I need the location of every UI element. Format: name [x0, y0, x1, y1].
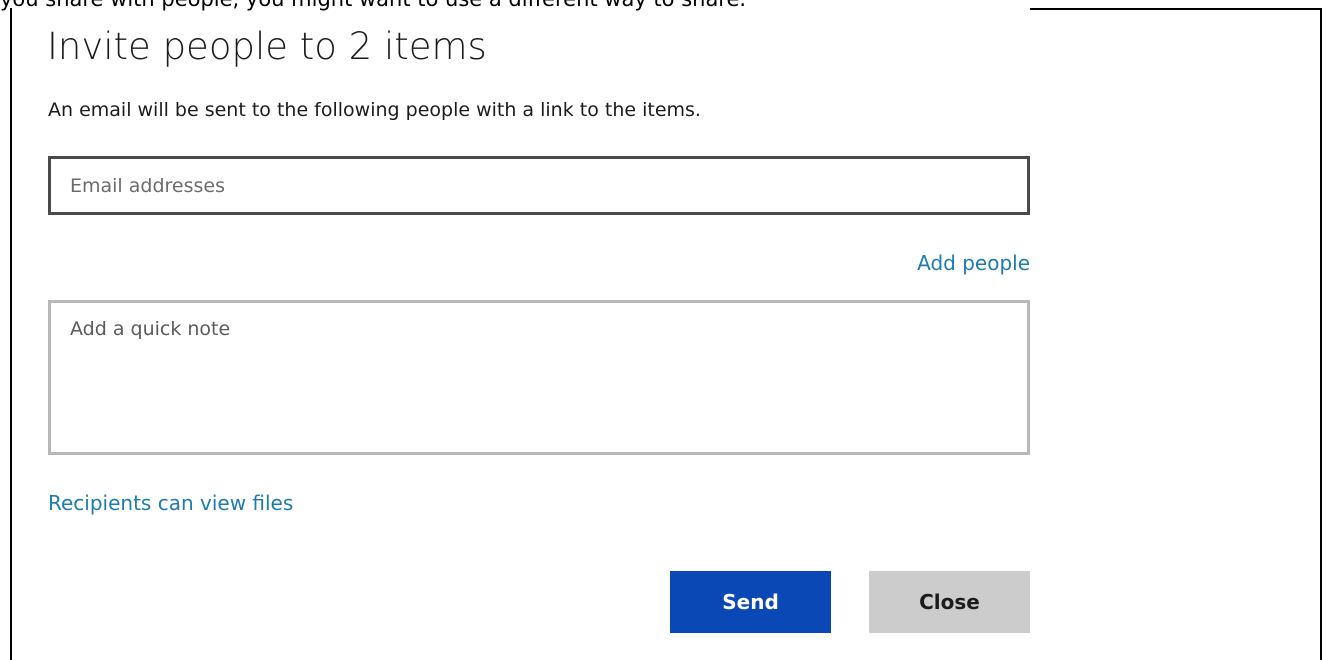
dialog-top-border	[1030, 8, 1322, 10]
quick-note-input[interactable]	[51, 303, 1027, 452]
add-people-link[interactable]: Add people	[917, 249, 1030, 277]
dialog-right-border	[1320, 8, 1322, 660]
dialog-title: Invite people to 2 items	[47, 25, 487, 68]
send-button[interactable]: Send	[670, 571, 831, 633]
dialog-left-border	[10, 8, 12, 660]
recipient-permissions-link[interactable]: Recipients can view files	[48, 489, 293, 517]
email-address-input[interactable]	[51, 159, 1027, 212]
invite-dialog: you share with people, you might want to…	[0, 0, 1332, 660]
dialog-subtitle: An email will be sent to the following p…	[48, 99, 701, 121]
email-address-field[interactable]	[48, 156, 1030, 215]
quick-note-field[interactable]	[48, 300, 1030, 455]
close-button[interactable]: Close	[869, 571, 1030, 633]
cut-off-top-text: you share with people, you might want to…	[0, 0, 746, 11]
